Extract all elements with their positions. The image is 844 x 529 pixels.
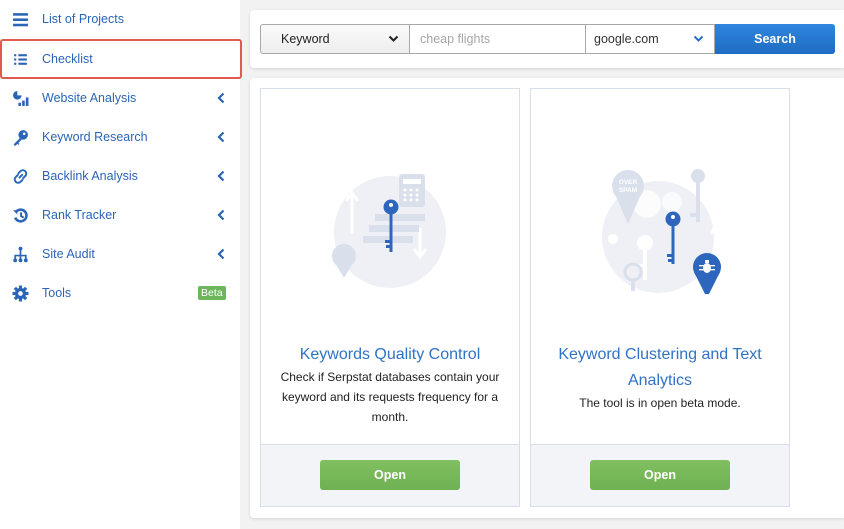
sidebar-item-site-audit[interactable]: Site Audit [0, 235, 242, 273]
key-icon [11, 128, 29, 146]
sidebar-item-label: Website Analysis [42, 91, 137, 105]
sidebar-item-label: Backlink Analysis [42, 169, 138, 183]
checklist-icon [11, 50, 29, 68]
sidebar-item-checklist[interactable]: Checklist [0, 39, 242, 79]
sidebar-item-label: Site Audit [42, 247, 95, 261]
hamburger-icon [11, 10, 29, 28]
chevron-left-icon[interactable] [216, 92, 226, 104]
search-button[interactable]: Search [715, 24, 835, 54]
card-description: The tool is in open beta mode. [579, 396, 741, 410]
chevron-down-icon [388, 35, 399, 42]
sitemap-icon [11, 245, 29, 263]
search-panel: Keyword google.com Search [250, 10, 844, 68]
beta-badge: Beta [198, 286, 226, 300]
chevron-left-icon[interactable] [216, 209, 226, 221]
card-description: Check if Serpstat databases contain your… [280, 370, 500, 424]
over-spam-label: OVER [619, 179, 638, 186]
gear-icon [11, 284, 29, 302]
sidebar-item-label: Checklist [42, 52, 93, 66]
svg-text:SPAM: SPAM [619, 187, 637, 194]
keyword-clustering-illustration: OVER SPAM [531, 89, 789, 334]
tools-panel: Keywords Quality Control Check if Serpst… [250, 78, 844, 518]
open-button[interactable]: Open [590, 460, 730, 490]
sidebar-item-label: Rank Tracker [42, 208, 117, 222]
analytics-icon [11, 89, 29, 107]
search-query-input[interactable] [409, 24, 586, 54]
chevron-left-icon[interactable] [216, 170, 226, 182]
sidebar-item-label: Tools [42, 286, 72, 300]
sidebar: List of Projects Checklist Website Analy… [0, 0, 242, 529]
keyword-quality-illustration [261, 89, 519, 334]
sidebar-item-label: List of Projects [42, 12, 124, 26]
sidebar-item-label: Keyword Research [42, 130, 148, 144]
history-icon [11, 206, 29, 224]
sidebar-item-rank-tracker[interactable]: Rank Tracker [0, 196, 242, 234]
chevron-left-icon[interactable] [216, 131, 226, 143]
database-value: google.com [594, 32, 659, 46]
chevron-down-icon [693, 35, 704, 42]
card-title: Keyword Clustering and Text Analytics [558, 346, 762, 389]
tool-card-keyword-clustering: OVER SPAM Keyword Clustering and Text An… [530, 88, 790, 507]
sidebar-item-list-of-projects[interactable]: List of Projects [0, 0, 242, 38]
sidebar-item-backlink-analysis[interactable]: Backlink Analysis [0, 157, 242, 195]
search-type-value: Keyword [281, 32, 330, 46]
tool-card-keywords-quality-control: Keywords Quality Control Check if Serpst… [260, 88, 520, 507]
card-footer: Open [531, 444, 789, 506]
search-type-select[interactable]: Keyword [260, 24, 410, 54]
chevron-left-icon[interactable] [216, 248, 226, 260]
sidebar-item-keyword-research[interactable]: Keyword Research [0, 118, 242, 156]
card-title: Keywords Quality Control [299, 346, 481, 363]
sidebar-item-tools[interactable]: Tools Beta [0, 274, 242, 312]
card-footer: Open [261, 444, 519, 506]
sidebar-item-website-analysis[interactable]: Website Analysis [0, 79, 242, 117]
link-icon [11, 167, 29, 185]
database-select[interactable]: google.com [585, 24, 715, 54]
open-button[interactable]: Open [320, 460, 460, 490]
